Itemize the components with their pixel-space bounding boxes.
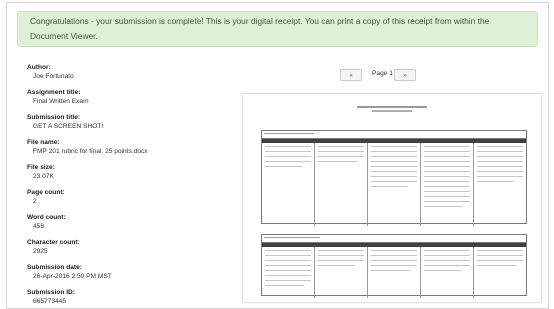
author-value: Joe Fortunato (33, 73, 74, 80)
rubric-cell (421, 247, 474, 298)
assignment-title-value: Final Written Exam (33, 98, 89, 105)
file-name-field: File name: FMP 201 rubric for final. 25 … (27, 138, 227, 156)
submission-title-value: GET A SCREEN SHOT! (33, 123, 104, 130)
rubric-cell (421, 143, 474, 226)
rubric-table-1 (261, 130, 527, 226)
next-page-button[interactable]: » (394, 69, 416, 81)
page-count-field: Page count: 2 (27, 188, 227, 206)
assignment-title-field: Assignment title: Final Written Exam (27, 88, 227, 106)
success-message: Congratulations - your submission is com… (30, 16, 490, 41)
submission-date-value: 26-Apr-2016 2:50 PM MST (33, 273, 112, 280)
rubric-cell (315, 247, 368, 298)
character-count-field: Character count: 2925 (27, 238, 227, 256)
rubric-cell (262, 143, 315, 226)
page-count-value: 2 (33, 198, 37, 205)
success-alert: Congratulations - your submission is com… (17, 11, 538, 47)
rubric-cell (368, 247, 421, 298)
character-count-value: 2925 (33, 248, 48, 255)
submission-title-label: Submission title: (27, 114, 81, 121)
file-size-label: File size: (27, 164, 55, 171)
submission-date-field: Submission date: 26-Apr-2016 2:50 PM MST (27, 263, 227, 281)
prev-page-button[interactable]: « (340, 69, 362, 81)
file-name-value: FMP 201 rubric for final. 25 points.docx (33, 148, 148, 155)
rubric-cell (368, 143, 421, 226)
document-heading-image (243, 106, 541, 112)
assignment-title-label: Assignment title: (27, 89, 81, 96)
page-count-label: Page count: (27, 189, 65, 196)
file-name-label: File name: (27, 139, 60, 146)
submission-date-label: Submission date: (27, 264, 82, 271)
page-indicator: Page 1 (372, 70, 393, 77)
rubric-cell (315, 143, 368, 226)
word-count-field: Word count: 458 (27, 213, 227, 231)
submission-id-label: Submission ID: (27, 289, 75, 296)
word-count-value: 458 (33, 223, 45, 230)
word-count-label: Word count: (27, 214, 66, 221)
submission-title-field: Submission title: GET A SCREEN SHOT! (27, 113, 227, 131)
submission-id-value: 665773445 (33, 298, 67, 305)
document-preview (242, 93, 542, 303)
rubric-cell (262, 247, 315, 298)
rubric-cell (474, 143, 526, 226)
rubric-table-2 (261, 234, 527, 298)
rubric-cell (474, 247, 526, 298)
author-label: Author: (27, 64, 51, 71)
file-size-field: File size: 23.07K (27, 163, 227, 181)
submission-details: Author: Joe Fortunato Assignment title: … (27, 63, 227, 308)
author-field: Author: Joe Fortunato (27, 63, 227, 81)
receipt-panel: Congratulations - your submission is com… (6, 2, 549, 309)
file-size-value: 23.07K (33, 173, 54, 180)
submission-id-field: Submission ID: 665773445 (27, 288, 227, 306)
character-count-label: Character count: (27, 239, 80, 246)
